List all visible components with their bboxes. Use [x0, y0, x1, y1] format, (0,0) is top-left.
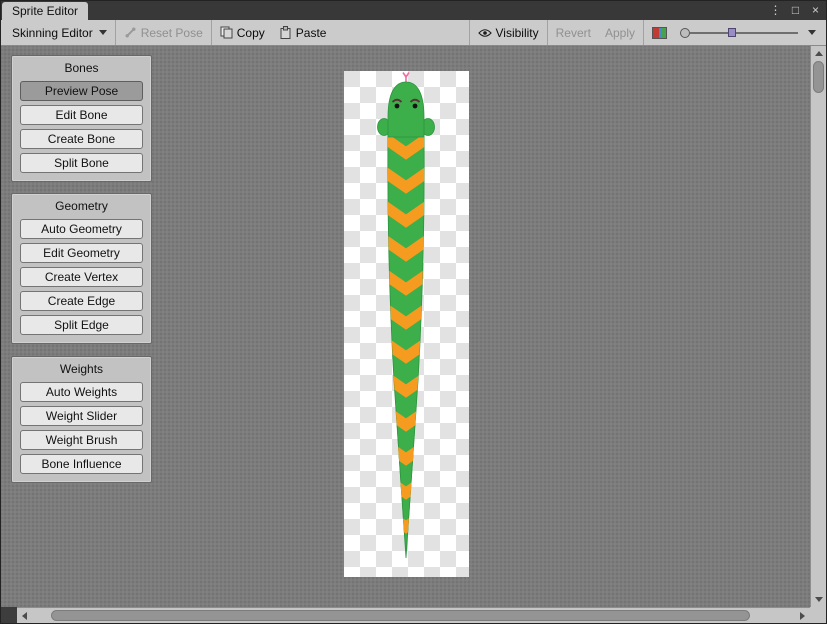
edit-bone-button[interactable]: Edit Bone [20, 105, 143, 125]
chevron-down-icon [99, 30, 107, 35]
bottom-right-corner [810, 607, 826, 623]
rgb-swatch-icon [652, 27, 667, 39]
maximize-icon[interactable]: □ [789, 1, 802, 20]
slider-track[interactable] [690, 32, 728, 34]
zoom-slider-knob[interactable] [680, 28, 690, 38]
weights-panel: Weights Auto Weights Weight Slider Weigh… [11, 356, 152, 483]
scroll-down-arrow[interactable] [815, 597, 823, 602]
toolbar-separator [211, 20, 212, 45]
preview-pose-button[interactable]: Preview Pose [20, 81, 143, 101]
create-edge-button[interactable]: Create Edge [20, 291, 143, 311]
scroll-right-arrow[interactable] [800, 612, 805, 620]
create-vertex-button[interactable]: Create Vertex [20, 267, 143, 287]
copy-icon [220, 26, 233, 39]
revert-button[interactable]: Revert [549, 20, 598, 45]
edit-geometry-button[interactable]: Edit Geometry [20, 243, 143, 263]
split-bone-button[interactable]: Split Bone [20, 153, 143, 173]
bone-influence-button[interactable]: Bone Influence [20, 454, 143, 474]
copy-label: Copy [237, 26, 265, 40]
scroll-left-arrow[interactable] [22, 612, 27, 620]
horizontal-scrollbar[interactable] [17, 607, 810, 623]
slider-track[interactable] [736, 32, 798, 34]
paste-icon [279, 26, 292, 39]
title-bar: Sprite Editor ⋮ □ × [1, 1, 826, 20]
toolbar-separator [115, 20, 116, 45]
mip-slider-thumb[interactable] [728, 28, 736, 37]
toolbar-separator [469, 20, 470, 45]
toolbar-separator [547, 20, 548, 45]
reset-pose-button[interactable]: Reset Pose [117, 20, 210, 45]
paste-label: Paste [296, 26, 327, 40]
kebab-menu-icon[interactable]: ⋮ [769, 1, 782, 20]
weight-brush-button[interactable]: Weight Brush [20, 430, 143, 450]
copy-button[interactable]: Copy [213, 20, 272, 45]
snake-eye-left [395, 104, 400, 109]
snake-sprite [344, 71, 469, 577]
skinning-editor-label: Skinning Editor [12, 26, 93, 40]
visibility-button[interactable]: Visibility [471, 20, 546, 45]
sprite-editor-window: Sprite Editor ⋮ □ × Skinning Editor Rese… [0, 0, 827, 624]
bones-panel-title: Bones [20, 61, 143, 75]
split-edge-button[interactable]: Split Edge [20, 315, 143, 335]
scroll-up-arrow[interactable] [815, 51, 823, 56]
close-icon[interactable]: × [809, 1, 822, 20]
vertical-scroll-thumb[interactable] [813, 61, 824, 93]
zoom-slider[interactable] [680, 28, 798, 38]
main-canvas[interactable]: Bones Preview Pose Edit Bone Create Bone… [1, 46, 810, 607]
auto-geometry-button[interactable]: Auto Geometry [20, 219, 143, 239]
geometry-panel: Geometry Auto Geometry Edit Geometry Cre… [11, 193, 152, 344]
eye-icon [478, 28, 492, 38]
options-dropdown[interactable] [804, 20, 822, 45]
toolbar: Skinning Editor Reset Pose Copy [1, 20, 826, 46]
geometry-panel-title: Geometry [20, 199, 143, 213]
reset-pose-label: Reset Pose [141, 26, 203, 40]
vertical-scrollbar[interactable] [810, 46, 826, 607]
paste-button[interactable]: Paste [272, 20, 334, 45]
visibility-label: Visibility [496, 26, 539, 40]
apply-label: Apply [605, 26, 635, 40]
apply-button[interactable]: Apply [598, 20, 642, 45]
reset-pose-icon [124, 26, 137, 39]
weights-panel-title: Weights [20, 362, 143, 376]
tab-sprite-editor[interactable]: Sprite Editor [2, 2, 88, 20]
create-bone-button[interactable]: Create Bone [20, 129, 143, 149]
bottom-left-corner [1, 607, 17, 623]
skinning-editor-dropdown[interactable]: Skinning Editor [5, 20, 114, 45]
revert-label: Revert [556, 26, 591, 40]
auto-weights-button[interactable]: Auto Weights [20, 382, 143, 402]
toolbar-separator [643, 20, 644, 45]
chevron-down-icon [808, 30, 816, 35]
horizontal-scroll-thumb[interactable] [51, 610, 750, 621]
bones-panel: Bones Preview Pose Edit Bone Create Bone… [11, 55, 152, 182]
snake-tongue [403, 73, 409, 84]
snake-head [378, 82, 435, 137]
snake-eye-right [413, 104, 418, 109]
weight-slider-button[interactable]: Weight Slider [20, 406, 143, 426]
sprite-canvas[interactable] [344, 71, 469, 577]
rgb-alpha-toggle-button[interactable] [645, 20, 674, 45]
